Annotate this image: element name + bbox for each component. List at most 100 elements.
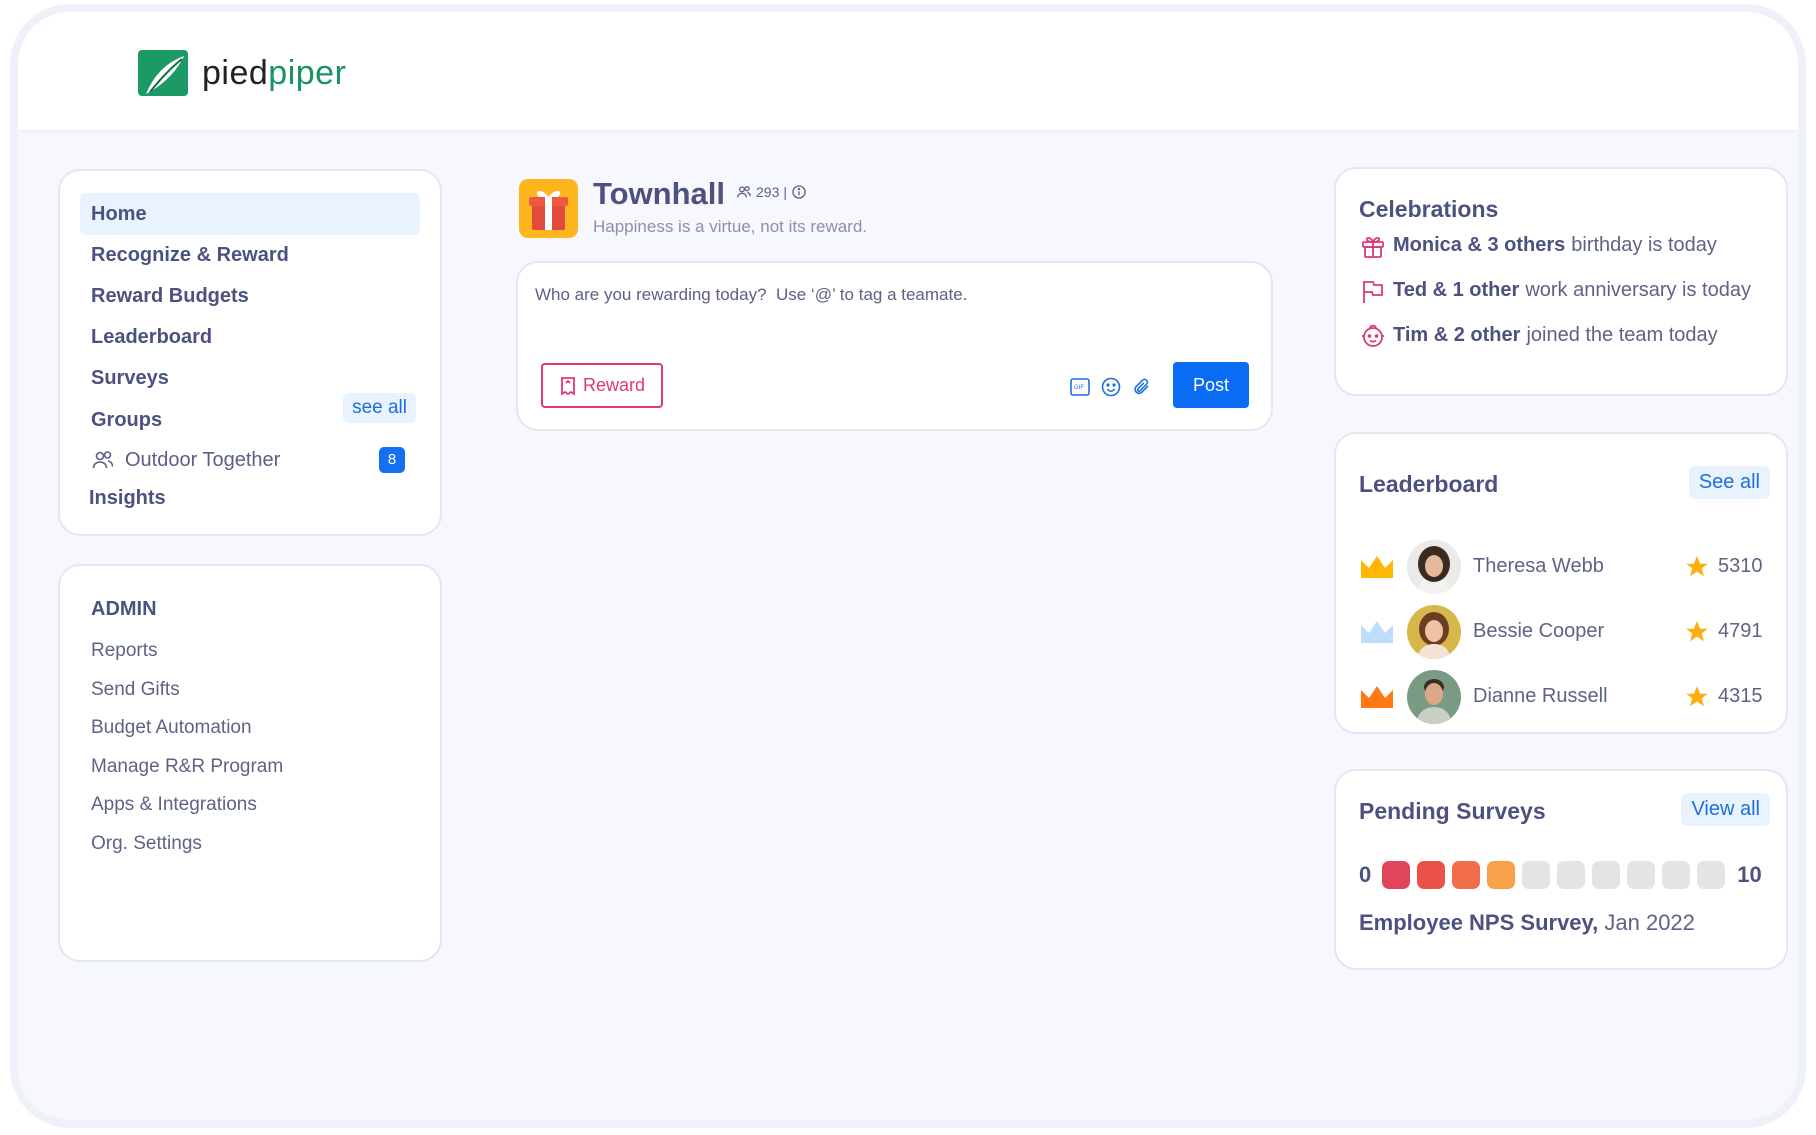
celebrations-title: Celebrations: [1359, 196, 1499, 222]
townhall-meta: 293 |: [736, 184, 807, 200]
star-icon: [1686, 620, 1708, 641]
nps-dot[interactable]: [1487, 861, 1516, 889]
group-item-outdoor-together[interactable]: Outdoor Together 8: [80, 441, 420, 479]
celebration-people: Tim & 2 other: [1393, 324, 1521, 346]
celebration-people: Monica & 3 others: [1393, 234, 1566, 256]
admin-link-reports[interactable]: Reports: [91, 632, 409, 671]
leaderboard-points: 4791: [1718, 620, 1763, 642]
nps-scale-max: 10: [1737, 862, 1762, 887]
logo[interactable]: piedpiper: [138, 50, 346, 96]
emoji-icon[interactable]: [1100, 376, 1122, 398]
leaderboard-points: 4315: [1718, 685, 1763, 707]
celebration-text: work anniversary is today: [1525, 279, 1751, 301]
top-bar: piedpiper: [18, 12, 1798, 130]
townhall-subtitle: Happiness is a virtue, not its reward.: [593, 217, 868, 236]
celebration-people: Ted & 1 other: [1393, 279, 1520, 301]
nav-item-recognize-reward[interactable]: Recognize & Reward: [80, 234, 420, 276]
surveys-view-all-button[interactable]: View all: [1681, 793, 1770, 826]
post-button[interactable]: Post: [1173, 362, 1249, 408]
reward-button[interactable]: Reward: [541, 363, 663, 408]
logo-text-piper: piper: [268, 53, 347, 92]
nps-scale: 0 10: [1359, 861, 1762, 889]
crown-icon: [1361, 620, 1393, 643]
gift-icon: [1362, 236, 1384, 258]
reward-icon: [561, 376, 575, 396]
nps-dot[interactable]: [1417, 861, 1446, 889]
members-icon: [737, 186, 751, 198]
leaderboard-card: Leaderboard See all Theresa Webb 5310 Be…: [1334, 432, 1788, 734]
surveys-title: Pending Surveys: [1359, 798, 1546, 824]
nps-dot[interactable]: [1382, 861, 1411, 889]
star-icon: [1686, 555, 1708, 576]
nps-dot[interactable]: [1592, 861, 1621, 889]
leaderboard-name: Bessie Cooper: [1473, 620, 1605, 642]
leaderboard-row[interactable]: Theresa Webb 5310: [1359, 534, 1770, 599]
townhall-title: Townhall: [593, 176, 726, 211]
nps-dot[interactable]: [1627, 861, 1656, 889]
leaderboard-see-all-button[interactable]: See all: [1688, 466, 1770, 499]
meta-divider: |: [783, 184, 787, 200]
leaderboard-row[interactable]: Bessie Cooper 4791: [1359, 599, 1770, 664]
admin-title: ADMIN: [91, 598, 157, 620]
member-count: 293: [756, 184, 780, 200]
piedpiper-logo-icon: [138, 50, 188, 96]
composer-tools: GIF: [1069, 376, 1153, 398]
flag-icon: [1363, 280, 1383, 303]
admin-link-budget-automation[interactable]: Budget Automation: [91, 709, 409, 748]
post-composer: Reward GIF Post: [516, 261, 1273, 431]
star-icon: [1686, 685, 1708, 706]
pending-surveys-card: Pending Surveys View all 0 10 Employee N…: [1334, 769, 1788, 970]
celebration-text: birthday is today: [1571, 234, 1717, 256]
logo-wordmark: piedpiper: [202, 54, 346, 93]
admin-link-send-gifts[interactable]: Send Gifts: [91, 671, 409, 710]
celebration-item-joined[interactable]: Tim & 2 other joined the team today: [1359, 313, 1763, 358]
nps-dot[interactable]: [1557, 861, 1586, 889]
logo-text-pied: pied: [202, 53, 269, 92]
leaderboard-header: Leaderboard See all: [1359, 434, 1770, 534]
groups-see-all-button[interactable]: see all: [343, 393, 416, 423]
celebration-item-anniversary[interactable]: Ted & 1 other work anniversary is today: [1359, 268, 1763, 313]
main-nav: Home Recognize & Reward Reward Budgets L…: [58, 169, 442, 536]
admin-panel: ADMIN Reports Send Gifts Budget Automati…: [58, 564, 442, 962]
admin-link-apps-integrations[interactable]: Apps & Integrations: [91, 786, 409, 825]
reward-button-label: Reward: [582, 375, 646, 395]
groups-section: Groups see all: [80, 393, 420, 441]
info-icon[interactable]: [791, 184, 807, 200]
nps-dot[interactable]: [1452, 861, 1481, 889]
gif-icon[interactable]: GIF: [1069, 376, 1091, 398]
post-input[interactable]: [535, 285, 1235, 305]
gift-icon: [519, 179, 578, 238]
nps-dot[interactable]: [1697, 861, 1726, 889]
app-frame: piedpiper Home Recognize & Reward Reward…: [10, 4, 1806, 1128]
survey-title: Employee NPS Survey,: [1359, 910, 1599, 935]
nav-item-home[interactable]: Home: [80, 193, 420, 235]
attach-icon[interactable]: [1131, 376, 1153, 398]
survey-date: Jan 2022: [1604, 910, 1695, 935]
nps-scale-min: 0: [1359, 862, 1372, 887]
crown-icon: [1361, 555, 1393, 578]
group-name: Outdoor Together: [125, 448, 281, 471]
leaderboard-name: Dianne Russell: [1473, 685, 1608, 707]
svg-text:GIF: GIF: [1074, 385, 1084, 391]
admin-link-org-settings[interactable]: Org. Settings: [91, 825, 409, 864]
avatar: [1407, 669, 1461, 724]
nav-item-insights[interactable]: Insights: [80, 479, 420, 517]
celebration-text: joined the team today: [1526, 324, 1718, 346]
leaderboard-title: Leaderboard: [1359, 471, 1499, 497]
avatar: [1407, 604, 1461, 659]
celebrations-card: Celebrations Monica & 3 others birthday …: [1334, 167, 1788, 396]
leaderboard-points: 5310: [1718, 555, 1763, 577]
celebration-item-birthday[interactable]: Monica & 3 others birthday is today: [1359, 223, 1763, 268]
admin-link-manage-rr-program[interactable]: Manage R&R Program: [91, 748, 409, 787]
leaderboard-row[interactable]: Dianne Russell 4315: [1359, 664, 1770, 729]
group-count-badge: 8: [379, 447, 405, 473]
baby-icon: [1362, 324, 1384, 347]
crown-icon: [1361, 685, 1393, 708]
nps-dot[interactable]: [1522, 861, 1551, 889]
survey-name[interactable]: Employee NPS Survey, Jan 2022: [1359, 910, 1695, 936]
avatar: [1407, 539, 1461, 594]
nav-item-leaderboard[interactable]: Leaderboard: [80, 316, 420, 358]
nps-dot[interactable]: [1662, 861, 1691, 889]
leaderboard-name: Theresa Webb: [1473, 555, 1604, 577]
nav-item-reward-budgets[interactable]: Reward Budgets: [80, 275, 420, 317]
